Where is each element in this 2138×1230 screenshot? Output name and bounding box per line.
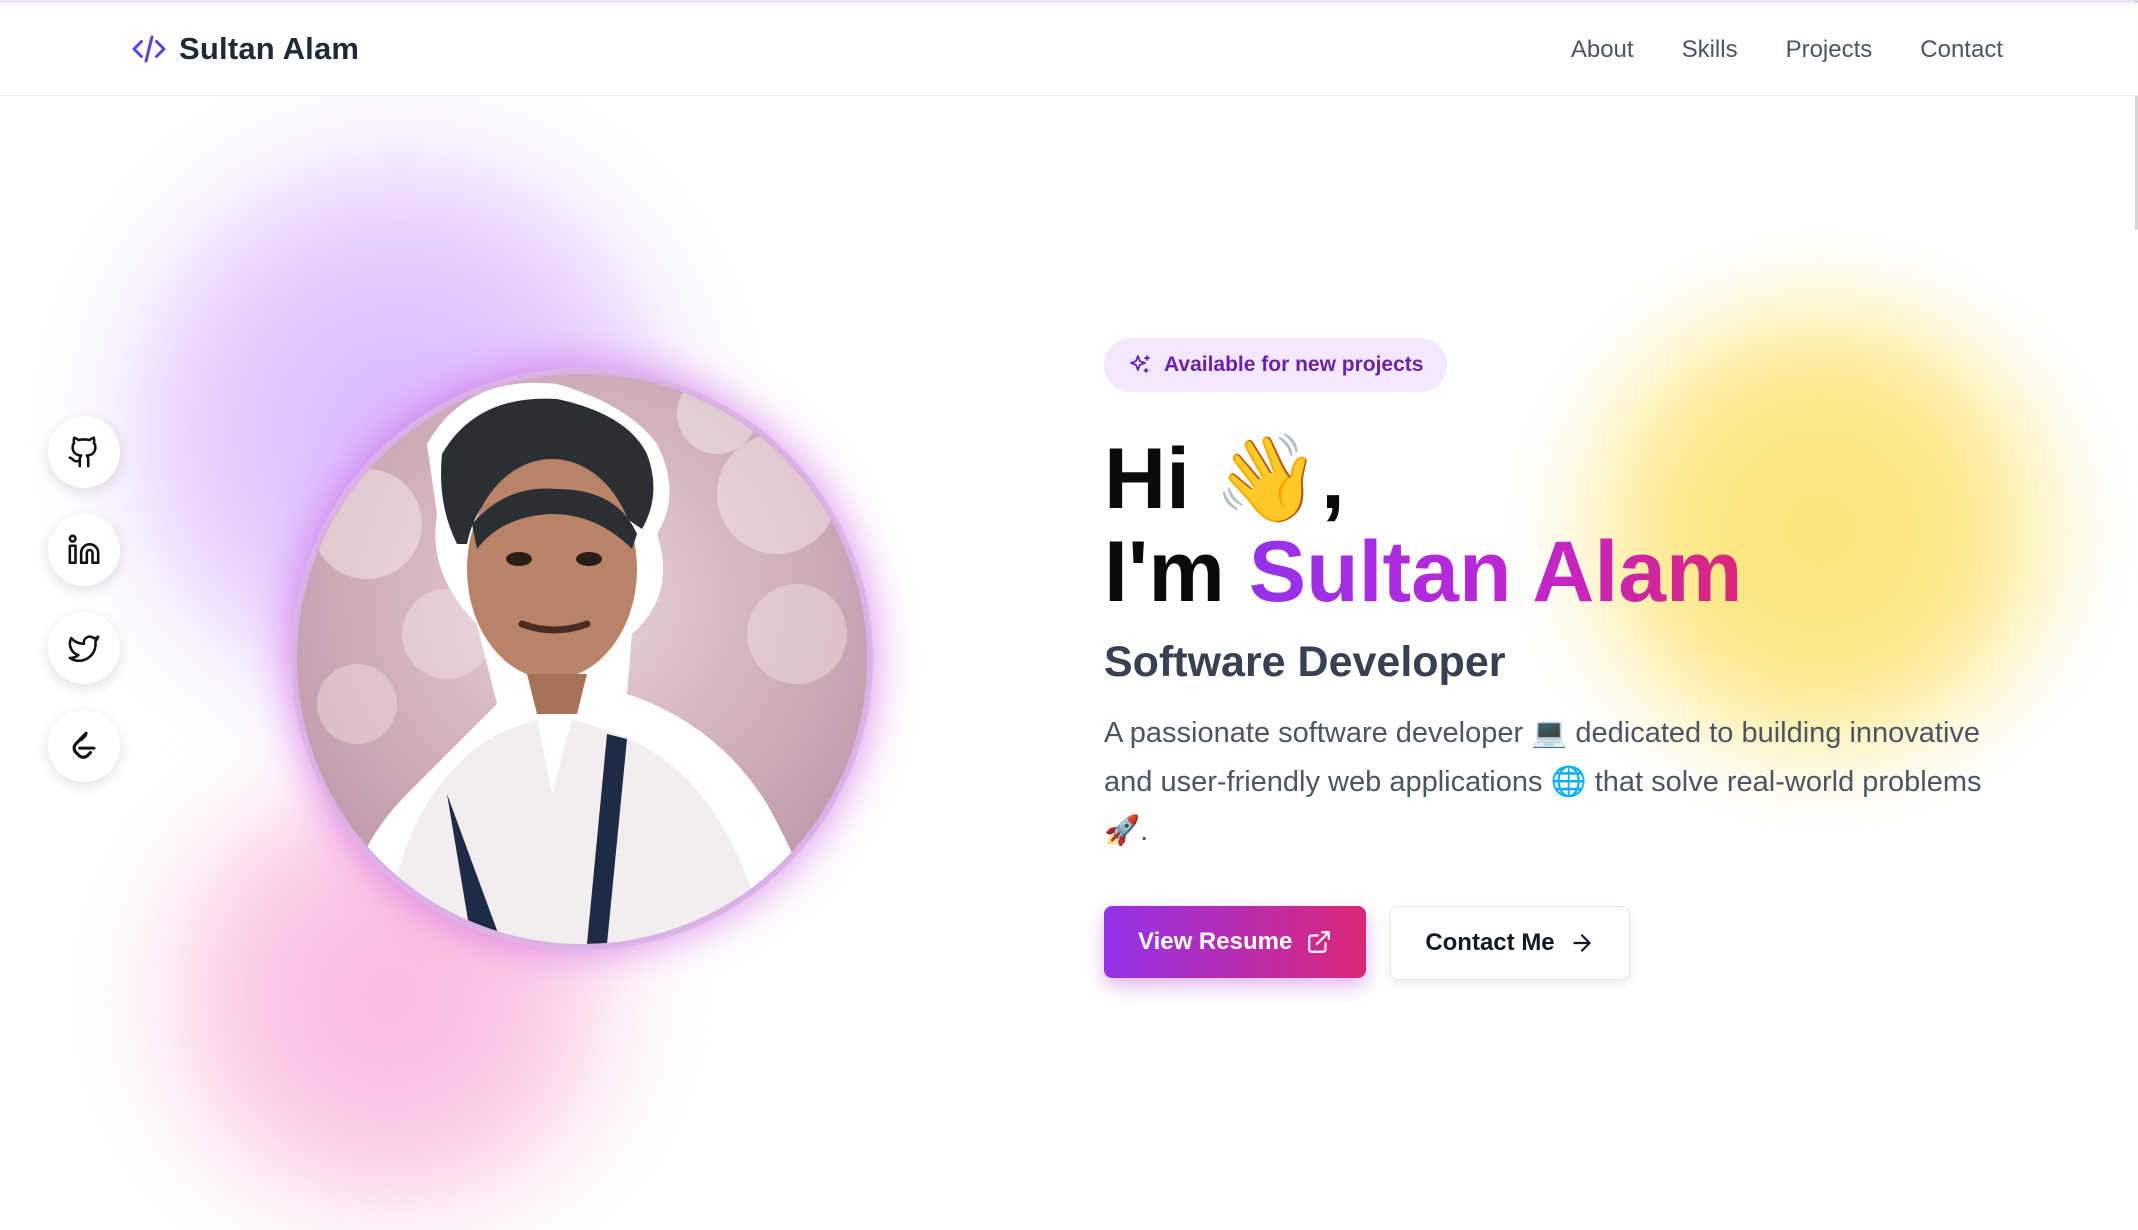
nav-link-about[interactable]: About xyxy=(1571,36,1634,64)
social-links xyxy=(48,416,120,782)
hero-greeting: Hi 👋, xyxy=(1104,431,1345,527)
nav-link-skills[interactable]: Skills xyxy=(1682,36,1738,64)
sparkles-icon xyxy=(1130,355,1150,373)
nav-link-projects[interactable]: Projects xyxy=(1786,36,1873,64)
twitter-link[interactable] xyxy=(48,612,120,684)
contact-me-button[interactable]: Contact Me xyxy=(1390,906,1630,980)
arrow-right-icon xyxy=(1572,934,1591,952)
twitter-icon xyxy=(68,635,100,663)
availability-badge: Available for new projects xyxy=(1104,338,1448,392)
hero-role: Software Developer xyxy=(1104,638,1506,686)
hero-heading: I'm Sultan Alam xyxy=(1104,524,2004,620)
github-link[interactable] xyxy=(48,416,120,488)
github-icon xyxy=(68,436,97,468)
leetcode-link[interactable] xyxy=(48,710,120,782)
nav-links: About Skills Projects Contact xyxy=(1571,36,2003,64)
hero-heading-prefix: I'm xyxy=(1104,524,1249,620)
leetcode-icon xyxy=(72,731,96,759)
code-icon xyxy=(132,35,166,63)
nav-link-contact[interactable]: Contact xyxy=(1920,36,2003,64)
view-resume-label: View Resume xyxy=(1138,928,1293,955)
hero-buttons: View Resume Contact Me xyxy=(1104,906,2004,980)
linkedin-icon xyxy=(68,534,100,565)
hero-description: A passionate software developer 💻 dedica… xyxy=(1104,717,1982,847)
hero-section: Available for new projects Hi 👋, I'm Sul… xyxy=(1104,338,2004,980)
brand-logo[interactable]: Sultan Alam xyxy=(131,31,359,67)
profile-photo xyxy=(297,374,867,944)
brand-name: Sultan Alam xyxy=(179,31,360,66)
contact-me-label: Contact Me xyxy=(1425,929,1555,956)
navbar: Sultan Alam About Skills Projects Contac… xyxy=(0,3,2138,96)
view-resume-button[interactable]: View Resume xyxy=(1104,906,1367,978)
linkedin-link[interactable] xyxy=(48,514,120,586)
hero-name: Sultan Alam xyxy=(1248,524,1743,620)
availability-badge-label: Available for new projects xyxy=(1164,353,1424,376)
external-link-icon xyxy=(1308,931,1331,953)
profile-photo-illustration xyxy=(297,374,867,944)
